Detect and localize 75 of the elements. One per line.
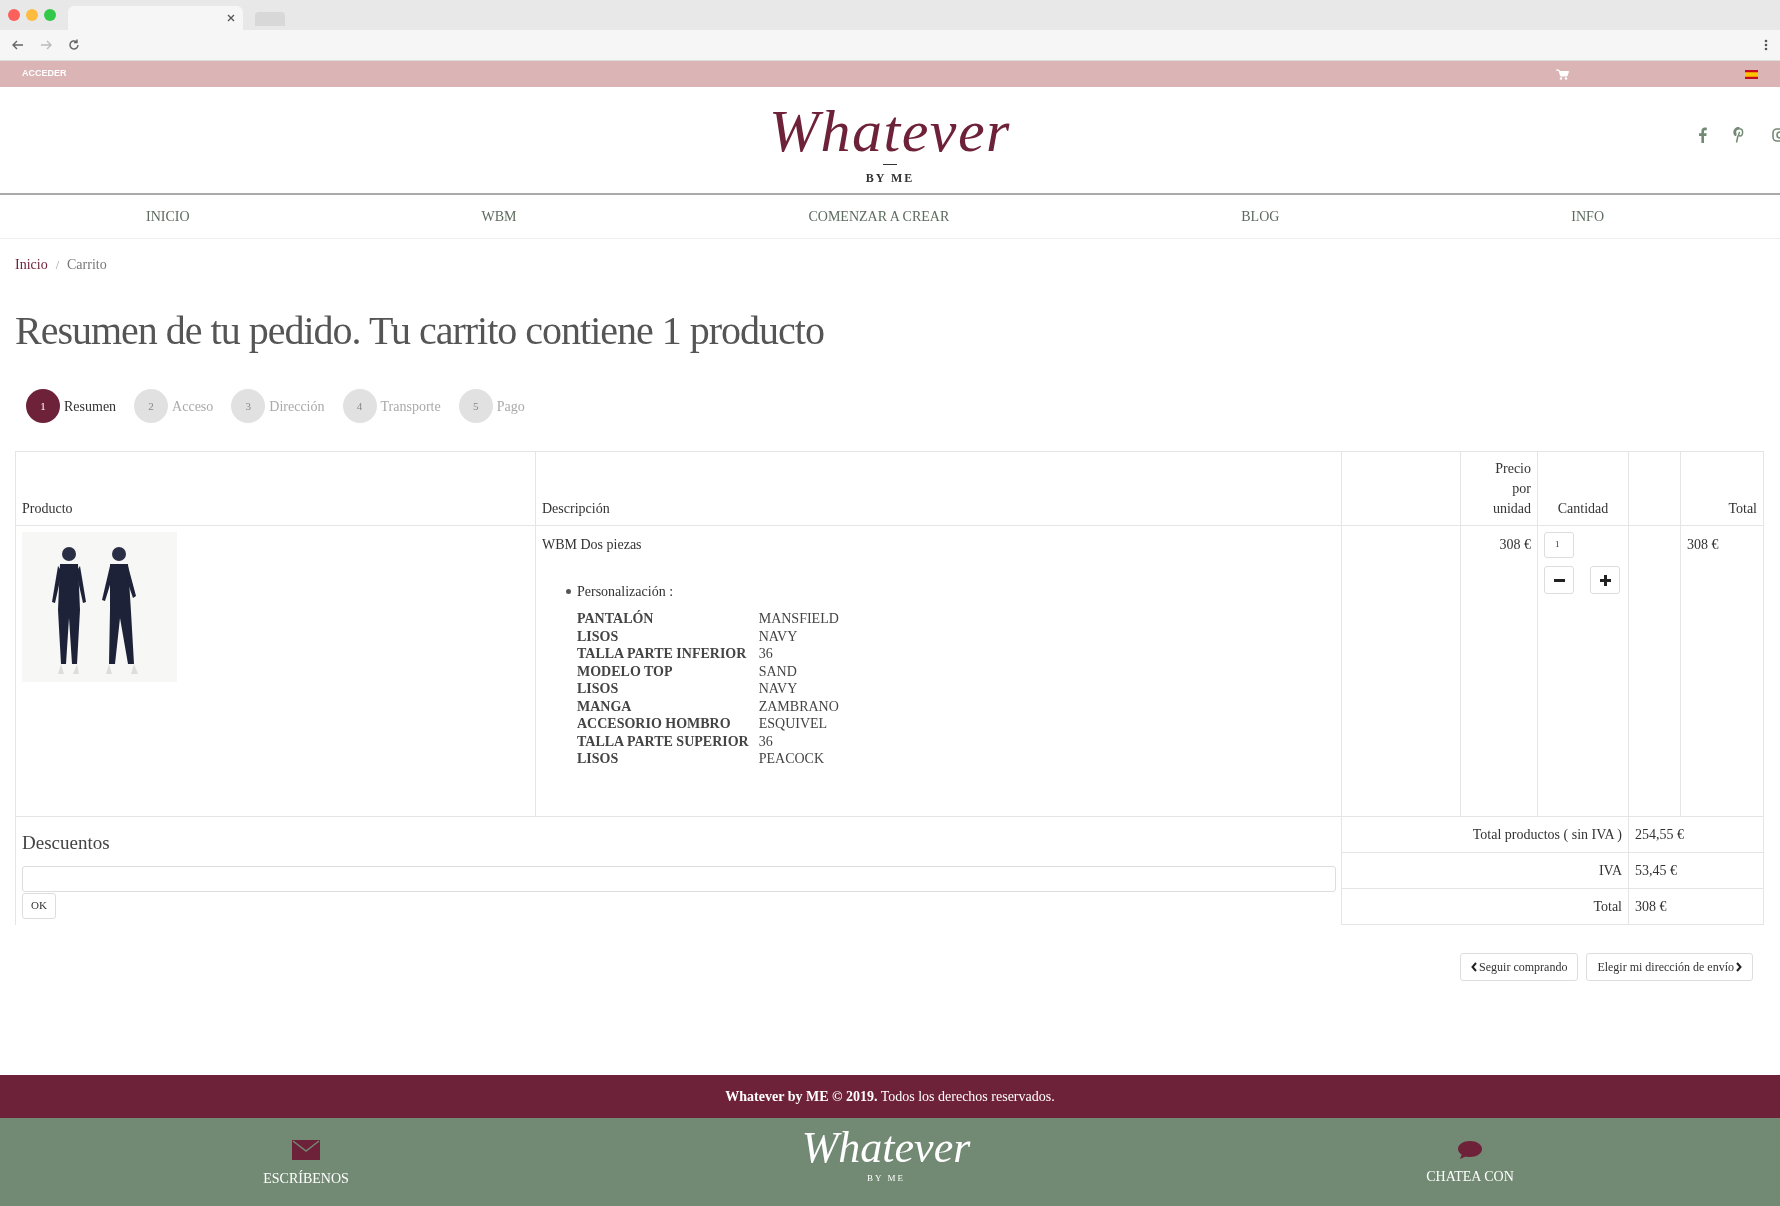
contact-heading: ESCRÍBENOS [263,1169,349,1188]
summary-value: 53,45 € [1628,852,1764,889]
attribute-value: ESQUIVEL [758,715,829,733]
attribute-name: LISOS [577,750,620,768]
attribute-value: 36 [758,732,774,750]
back-icon[interactable] [12,39,24,51]
close-window-icon[interactable] [8,9,20,21]
step-number[interactable]: 1 [26,389,60,423]
column-header: Cantidad [1537,451,1629,526]
instagram-icon[interactable] [1772,127,1780,143]
column-header: Precio por unidad [1460,451,1538,526]
increase-button[interactable] [1590,566,1620,594]
column-header: Descripción [535,451,1342,526]
attribute-value: 36 [758,645,774,663]
attribute-name: MODELO TOP [577,662,674,680]
envelope-icon[interactable] [292,1140,320,1160]
unit-price: 308 € [1460,525,1538,817]
minus-icon [1553,578,1565,582]
choose-address-button[interactable]: Elegir mi dirección de envío [1586,953,1753,981]
page-title: Resumen de tu pedido. Tu carrito contiene 1 producto [14,307,825,355]
decrease-button[interactable] [1544,566,1574,594]
chevron-left-icon [1471,962,1478,972]
step-label[interactable]: Resumen [64,395,117,417]
copyright-text: Whatever by ME © 2019. Todos los derechos reservados. [725,1088,1055,1106]
nav-link[interactable]: COMENZAR A CREAR [808,206,950,227]
chevron-right-icon [1736,962,1742,972]
nav-link[interactable]: WBM [481,206,517,227]
footer-logo-tagline: BY ME [867,1172,905,1185]
plus-icon [1599,574,1611,586]
reload-icon[interactable] [68,39,80,51]
chat-bubble-icon[interactable] [1457,1140,1483,1160]
attribute-value: ZAMBRANO [758,697,840,715]
attribute-name: ACCESORIO HOMBRO [577,715,732,733]
column-header: Total [1680,451,1764,526]
logo-script[interactable]: Whatever [769,101,1011,160]
quantity-field[interactable]: 1 [1544,532,1574,558]
line-total: 308 € [1680,525,1764,817]
attribute-name: TALLA PARTE SUPERIOR [577,732,749,750]
breadcrumb-link[interactable]: Inicio [15,254,48,275]
nav-link[interactable]: INICIO [146,206,190,227]
close-icon[interactable] [227,14,235,22]
breadcrumb-current: Carrito [67,256,107,274]
summary-label: IVA [1341,852,1629,889]
ok-button[interactable]: OK [22,892,56,919]
attribute-value: NAVY [758,680,799,698]
discounts-heading: Descuentos [22,831,111,855]
logo-tagline: BY ME [865,169,915,187]
continue-shopping-button[interactable]: Seguir comprando [1460,953,1579,981]
breadcrumb-separator: / [55,256,59,274]
footer-logo-script: Whatever [801,1126,971,1170]
nav-link[interactable]: BLOG [1241,206,1280,227]
attribute-value: PEACOCK [758,750,826,768]
bullet-icon [566,589,571,594]
attribute-name: LISOS [577,627,620,645]
attribute-name: TALLA PARTE INFERIOR [577,645,748,663]
column-header: Producto [15,451,536,526]
summary-label: Total [1341,888,1629,925]
summary-value: 308 € [1628,888,1764,925]
attribute-name: MANGA [577,697,633,715]
attribute-name: LISOS [577,680,620,698]
summary-value: 254,55 € [1628,816,1764,853]
more-options-icon[interactable] [1764,39,1768,51]
discount-code-field[interactable] [22,865,1336,892]
attribute-value: MANSFIELD [758,610,840,628]
product-name[interactable]: WBM Dos piezas [542,534,1335,555]
facebook-icon[interactable] [1698,127,1707,143]
chat-heading: CHATEA CON [1426,1168,1514,1186]
customization-label: Personalización : [577,583,674,601]
attribute-value: SAND [758,662,798,680]
attribute-name: PANTALÓN [577,610,655,628]
pinterest-icon[interactable] [1733,127,1746,143]
summary-label: Total productos ( sin IVA ) [1341,816,1629,853]
attribute-value: NAVY [758,627,799,645]
flag-icon[interactable] [1745,69,1758,79]
nav-link[interactable]: INFO [1571,206,1604,227]
